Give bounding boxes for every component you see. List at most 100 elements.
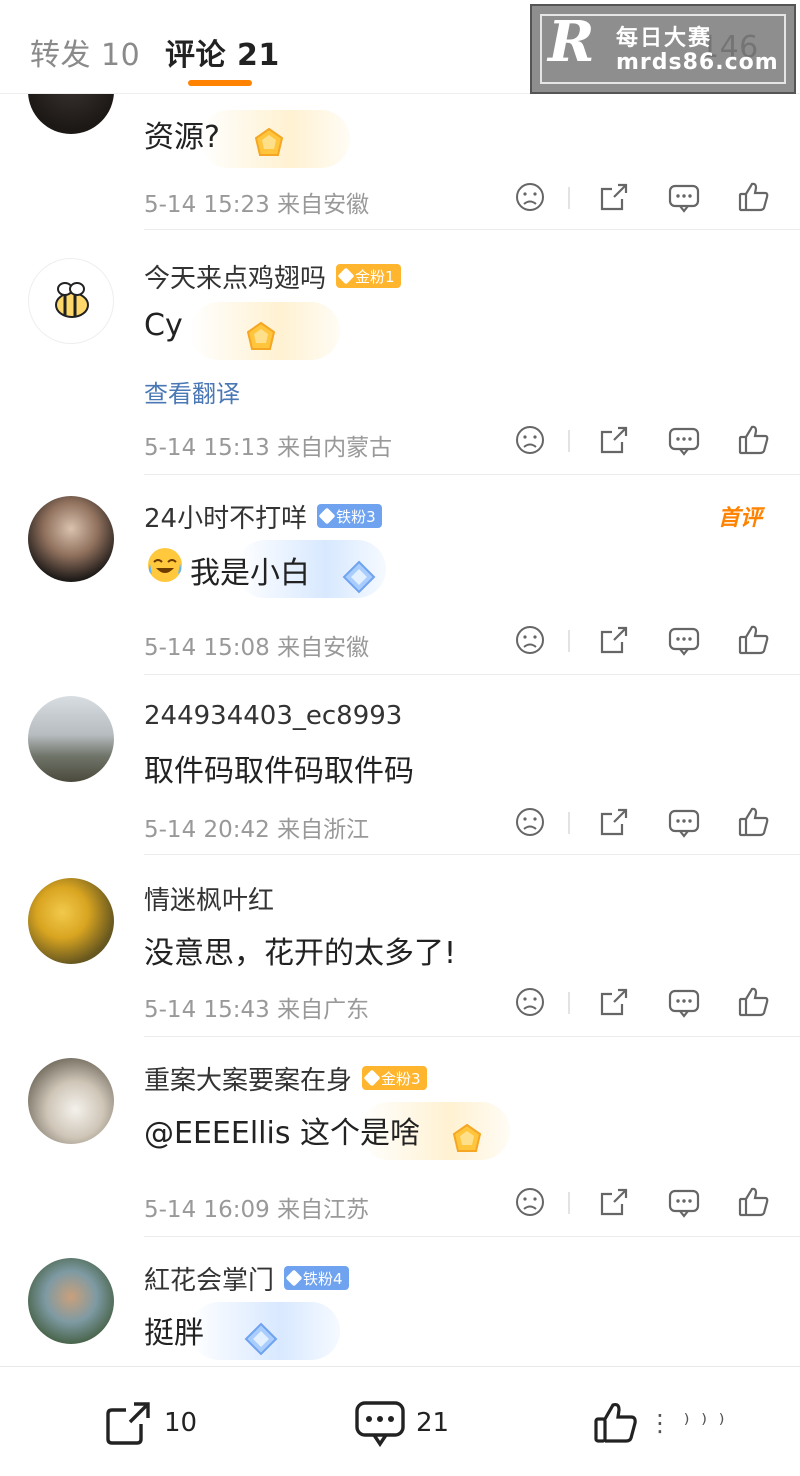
avatar[interactable] — [28, 1258, 114, 1344]
gem-icon — [318, 507, 336, 525]
reply-icon[interactable] — [666, 422, 702, 458]
dislike-icon[interactable] — [512, 984, 548, 1020]
divider — [144, 674, 800, 675]
tab-repost[interactable]: 转发 10 — [30, 30, 140, 74]
avatar[interactable] — [28, 1058, 114, 1144]
comment-meta-row: 5-14 15:43 来自广东 — [144, 984, 784, 1024]
watermark: R 每日大赛 mrds86.com — [530, 4, 796, 94]
username[interactable]: 紅花会掌门 — [144, 1260, 274, 1297]
share-icon[interactable] — [596, 1184, 632, 1220]
watermark-title: 每日大赛 — [616, 26, 713, 51]
share-icon[interactable] — [596, 622, 632, 658]
comment-item: 资源? 5-14 15:23 来自安徽 — [0, 94, 800, 230]
name-row: 今天来点鸡翅吗 金粉1 — [144, 258, 401, 294]
avatar[interactable] — [28, 94, 114, 134]
comment-time-location: 5-14 16:09 来自江苏 — [144, 1197, 370, 1223]
comment-item: 重案大案要案在身 金粉3 @EEEEllis 这个是啥 5-14 16:09 来… — [0, 1038, 800, 1238]
share-icon[interactable] — [596, 422, 632, 458]
comment-item: 24小时不打咩 铁粉3 首评 我是小白 5-14 15:08 来自安徽 — [0, 476, 800, 676]
gold-gem-icon — [254, 127, 284, 156]
username[interactable]: 244934403_ec8993 — [144, 701, 402, 731]
dislike-icon[interactable] — [512, 622, 548, 658]
comment-icon — [355, 1401, 405, 1447]
like-icon[interactable] — [736, 622, 772, 658]
share-icon — [106, 1402, 150, 1445]
action-separator — [568, 1192, 570, 1214]
like-icon — [594, 1402, 637, 1443]
scribble-mark: ⋮ ⁾ ⁾ ⁾ — [648, 1409, 727, 1437]
avatar[interactable] — [28, 496, 114, 582]
like-icon[interactable] — [736, 804, 772, 840]
action-separator — [568, 812, 570, 834]
fan-badge: 铁粉3 — [317, 504, 382, 528]
blue-gem-icon — [342, 560, 376, 594]
watermark-logo: R — [548, 9, 595, 75]
name-row: 紅花会掌门 铁粉4 — [144, 1260, 349, 1296]
name-row: 24小时不打咩 铁粉3 — [144, 498, 382, 534]
dislike-icon[interactable] — [512, 804, 548, 840]
username[interactable]: 24小时不打咩 — [144, 498, 307, 535]
share-icon[interactable] — [596, 179, 632, 215]
bottom-comment-button[interactable]: 21 — [354, 1399, 449, 1447]
watermark-url: mrds86.com — [616, 50, 779, 75]
dislike-icon[interactable] — [512, 1184, 548, 1220]
reply-icon[interactable] — [666, 984, 702, 1020]
comment-text: 挺胖 — [144, 1316, 204, 1351]
fan-badge: 铁粉4 — [284, 1266, 349, 1290]
action-separator — [568, 187, 570, 209]
bottom-share-button[interactable]: 10 — [104, 1399, 197, 1447]
comment-meta-row: 5-14 20:42 来自浙江 — [144, 804, 784, 844]
bee-icon — [55, 282, 89, 318]
divider — [144, 474, 800, 475]
action-separator — [568, 630, 570, 652]
username[interactable]: 重案大案要案在身 — [144, 1060, 352, 1097]
like-icon[interactable] — [736, 984, 772, 1020]
username[interactable]: 今天来点鸡翅吗 — [144, 258, 326, 295]
like-icon[interactable] — [736, 422, 772, 458]
divider — [144, 229, 800, 230]
divider — [144, 1036, 800, 1037]
avatar[interactable] — [28, 878, 114, 964]
reply-icon[interactable] — [666, 622, 702, 658]
comment-meta-row: 5-14 15:23 来自安徽 — [144, 179, 784, 219]
share-icon[interactable] — [596, 804, 632, 840]
divider — [144, 1236, 800, 1237]
comment-list: 资源? 5-14 15:23 来自安徽 今天来点鸡翅吗 金粉1 Cy 查看翻译 … — [0, 94, 800, 1366]
comment-text: 没意思，花开的太多了! — [144, 936, 457, 971]
comment-text: 我是小白 — [190, 556, 310, 591]
active-tab-indicator — [188, 80, 252, 86]
bottom-action-bar: 10 21 ⋮ ⁾ ⁾ ⁾ — [0, 1366, 800, 1476]
avatar[interactable] — [28, 258, 114, 344]
dislike-icon[interactable] — [512, 422, 548, 458]
comment-time-location: 5-14 15:08 来自安徽 — [144, 635, 370, 661]
translate-link[interactable]: 查看翻译 — [144, 374, 240, 409]
first-comment-tag: 首评 — [718, 506, 763, 531]
bottom-like-button[interactable]: ⋮ ⁾ ⁾ ⁾ — [592, 1399, 727, 1447]
reply-icon[interactable] — [666, 804, 702, 840]
like-icon[interactable] — [736, 179, 772, 215]
badge-label: 铁粉4 — [303, 1269, 343, 1288]
like-icon[interactable] — [736, 1184, 772, 1220]
comment-time-location: 5-14 15:13 来自内蒙古 — [144, 435, 393, 461]
comment-item: 紅花会掌门 铁粉4 挺胖 — [0, 1238, 800, 1366]
dislike-icon[interactable] — [512, 179, 548, 215]
comment-text: @EEEEllis 这个是啥 — [144, 1116, 420, 1151]
action-separator — [568, 430, 570, 452]
gold-gem-icon — [452, 1123, 482, 1152]
reply-icon[interactable] — [666, 1184, 702, 1220]
comment-item: 244934403_ec8993 取件码取件码取件码 5-14 20:42 来自… — [0, 676, 800, 856]
avatar[interactable] — [28, 696, 114, 782]
name-row: 情迷枫叶红 — [144, 880, 274, 916]
comment-item: 今天来点鸡翅吗 金粉1 Cy 查看翻译 5-14 15:13 来自内蒙古 — [0, 236, 800, 476]
gold-gem-icon — [246, 321, 276, 350]
comment-meta-row: 5-14 16:09 来自江苏 — [144, 1184, 784, 1224]
badge-label: 金粉1 — [355, 267, 395, 286]
username[interactable]: 情迷枫叶红 — [144, 880, 274, 917]
reply-icon[interactable] — [666, 179, 702, 215]
divider — [144, 854, 800, 855]
comment-item: 情迷枫叶红 没意思，花开的太多了! 5-14 15:43 来自广东 — [0, 856, 800, 1038]
comment-time-location: 5-14 15:23 来自安徽 — [144, 192, 370, 218]
share-icon[interactable] — [596, 984, 632, 1020]
gem-icon — [363, 1069, 381, 1087]
badge-label: 铁粉3 — [336, 507, 376, 526]
